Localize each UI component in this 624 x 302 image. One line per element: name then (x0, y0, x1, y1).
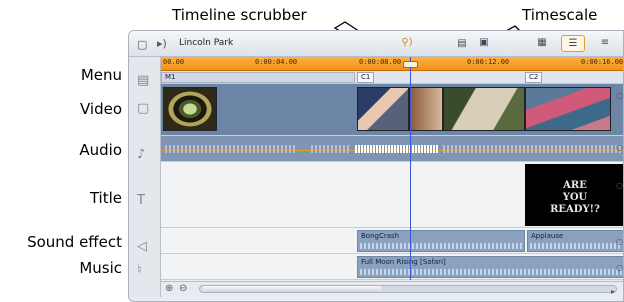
movie-project-icon[interactable]: ▢ (137, 38, 147, 51)
music-clip[interactable]: Full Moon Rising [Safari] (357, 256, 623, 278)
speaker-icon[interactable]: ▸) (157, 37, 167, 50)
ruler-tick: 0:00:04.00 (255, 58, 298, 66)
title-clip[interactable]: ARE YOU READY!? (525, 164, 623, 226)
audio-track[interactable] (161, 136, 623, 162)
track-header-column: ▤ ▢ ♪ T ◁ ♮ (129, 57, 161, 297)
clapper-icon[interactable]: ▣ (475, 35, 493, 52)
audio-waveform (355, 145, 439, 153)
track-lock-icon[interactable]: ○ (616, 143, 623, 152)
storyboard-view-icon[interactable]: ▦ (531, 35, 553, 52)
scrubber-handle[interactable] (403, 61, 418, 68)
menu-track-icon[interactable]: ▤ (137, 73, 149, 88)
track-lock-icon[interactable]: ○ (616, 91, 623, 100)
video-clip-thumbnail[interactable] (409, 87, 443, 131)
zoom-out-icon[interactable]: ⊖ (179, 283, 187, 294)
title-line: READY!? (550, 204, 600, 215)
timeline-view-icon[interactable]: ☰ (561, 35, 585, 52)
music-track-icon[interactable]: ♮ (137, 263, 142, 278)
chapter-marker-c1[interactable]: C1 (357, 72, 375, 83)
ruler-tick: 0:00:16.00 (581, 58, 624, 66)
title-track-icon[interactable]: T (137, 193, 145, 208)
menu-marker-m1[interactable]: M1 (161, 72, 355, 83)
timeline-toolbar: ▢ ▸) Lincoln Park ⚲) ▤ ▣ ▦ ☰ ≡ (129, 31, 623, 57)
clip-name: Full Moon Rising [Safari] (361, 258, 446, 266)
video-clip-thumbnail[interactable] (357, 87, 409, 131)
sound-effect-track[interactable]: BongCrash Applause (161, 228, 623, 254)
clip-name: BongCrash (361, 232, 400, 240)
track-lock-icon[interactable]: ○ (616, 263, 623, 272)
ruler-tick: 0:00:08.00 (359, 58, 402, 66)
key-audio-icon[interactable]: ⚲) (397, 35, 417, 52)
horizontal-scrollbar: ⊕ ⊖ ▸ (161, 281, 623, 296)
title-line: ARE (563, 180, 587, 191)
track-lock-icon[interactable]: ○ (616, 237, 623, 246)
title-line: YOU (562, 192, 588, 203)
audio-waveform (530, 243, 622, 249)
video-clip-thumbnail[interactable] (525, 87, 611, 131)
video-track-icon[interactable]: ▢ (137, 101, 149, 116)
row-label-title: Title (89, 189, 122, 207)
audio-waveform (311, 145, 351, 153)
title-track[interactable]: ARE YOU READY!? (161, 162, 623, 228)
row-label-sound-effect: Sound effect (27, 233, 122, 251)
audio-waveform (165, 145, 295, 153)
ruler-tick: 0:00:12.00 (467, 58, 510, 66)
scrollbar-thumb[interactable] (202, 286, 382, 292)
clip-name: Applause (531, 232, 564, 240)
row-label-video: Video (79, 100, 122, 118)
menu-marker-row: M1 C1 C2 (161, 71, 623, 84)
text-view-icon[interactable]: ≡ (593, 35, 617, 52)
row-label-menu: Menu (80, 66, 122, 84)
timeline-scrubber[interactable] (410, 57, 411, 280)
track-lock-icon[interactable]: ○ (616, 181, 623, 190)
scrollbar-track[interactable]: ▸ (199, 285, 617, 296)
project-name: Lincoln Park (179, 38, 234, 48)
audio-waveform (360, 269, 622, 275)
video-clip-thumbnail[interactable] (443, 87, 525, 131)
timescale-ruler[interactable]: 00.00 0:00:04.00 0:00:08.00 0:00:12.00 0… (161, 57, 624, 71)
audio-waveform (360, 243, 522, 249)
video-editor-screenshot: Timeline scrubber Timescale Menu Video A… (0, 0, 624, 302)
chapter-marker-c2[interactable]: C2 (525, 72, 543, 83)
ruler-tick: 00.00 (163, 58, 185, 66)
music-track[interactable]: Full Moon Rising [Safari] (161, 254, 623, 280)
row-label-audio: Audio (79, 141, 122, 159)
filmstrip-icon[interactable]: ▤ (451, 35, 473, 52)
row-label-music: Music (79, 259, 122, 277)
video-track[interactable] (161, 84, 623, 136)
scroll-right-icon[interactable]: ▸ (611, 287, 615, 296)
zoom-in-icon[interactable]: ⊕ (165, 283, 173, 294)
audio-track-icon[interactable]: ♪ (137, 147, 145, 162)
menu-clip-thumbnail[interactable] (163, 87, 217, 131)
sound-effect-track-icon[interactable]: ◁ (137, 239, 147, 254)
audio-waveform (443, 145, 623, 153)
sound-effect-clip[interactable]: Applause (527, 230, 623, 252)
sound-effect-clip[interactable]: BongCrash (357, 230, 525, 252)
timeline-panel: ▢ ▸) Lincoln Park ⚲) ▤ ▣ ▦ ☰ ≡ ▤ ▢ ♪ T ◁… (128, 30, 624, 302)
